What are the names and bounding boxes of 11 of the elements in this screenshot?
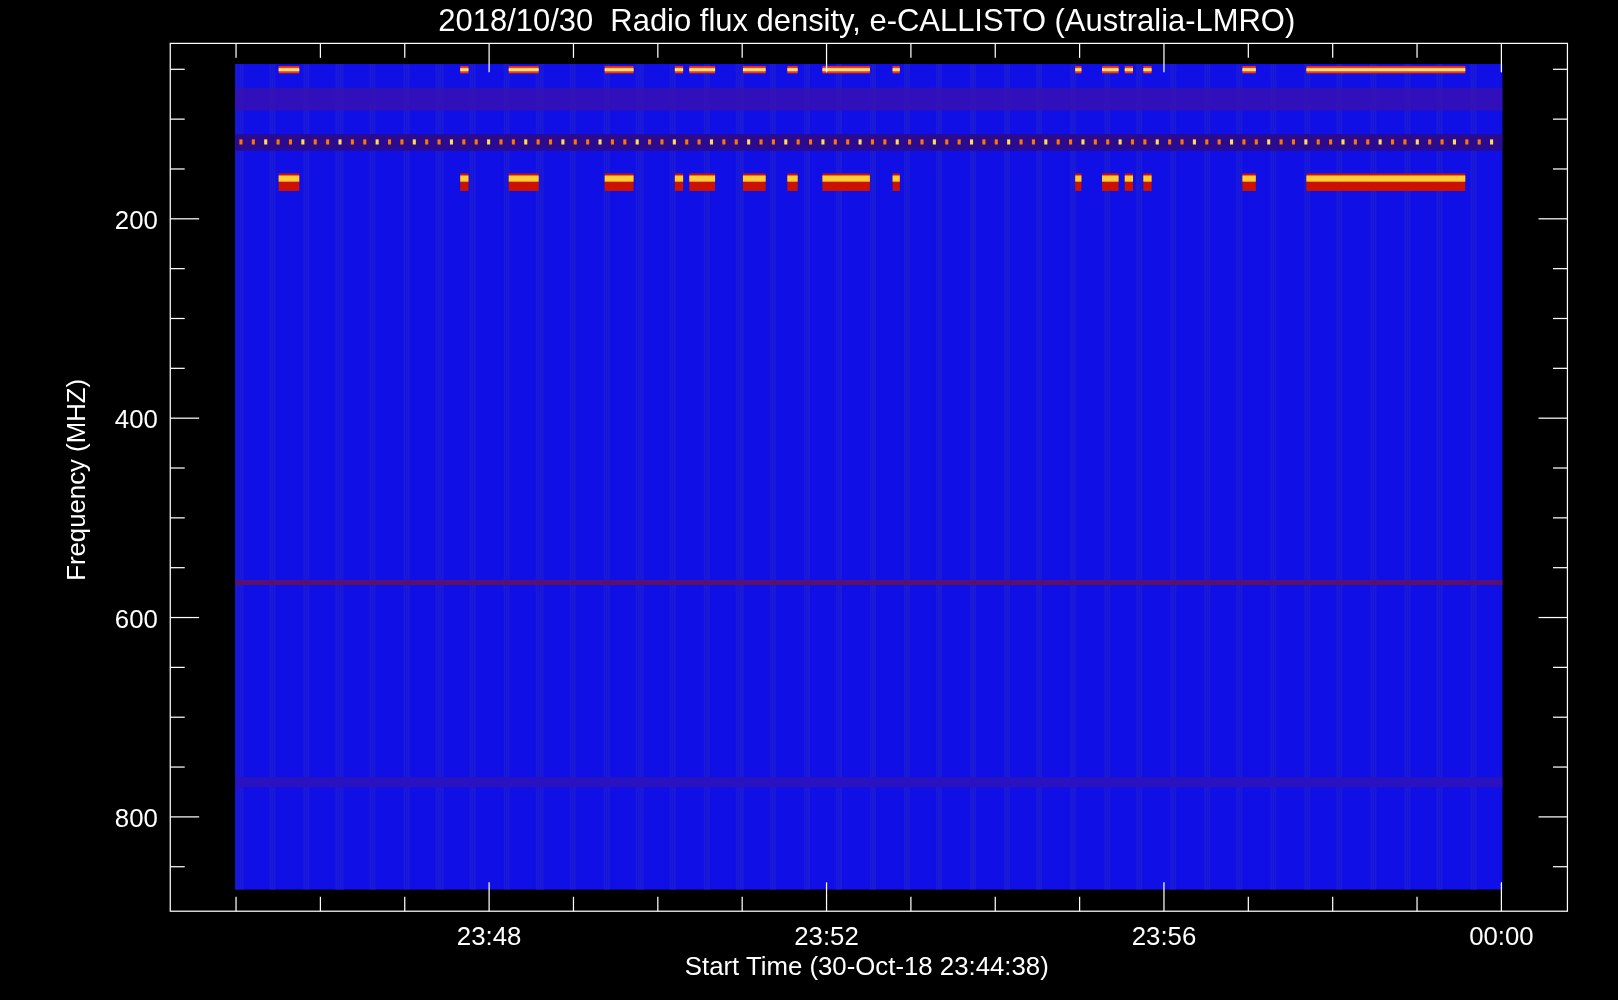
x-tick-label: 23:52 — [794, 922, 859, 951]
x-tick-label: 23:56 — [1131, 922, 1197, 951]
y-tick-label: 400 — [114, 405, 158, 434]
x-tick-label: 00:00 — [1469, 922, 1534, 951]
x-axis-label: Start Time (30-Oct-18 23:44:38) — [684, 952, 1049, 981]
y-axis-label: Frequency (MHZ) — [61, 378, 90, 581]
y-tick-label: 600 — [114, 604, 158, 633]
y-tick-label: 200 — [114, 206, 158, 235]
x-tick-label: 23:48 — [456, 922, 522, 951]
y-tick-label: 800 — [114, 804, 158, 833]
chart-title: 2018/10/30 Radio flux density, e-CALLISTO (Australia-LMRO) — [438, 3, 1296, 38]
